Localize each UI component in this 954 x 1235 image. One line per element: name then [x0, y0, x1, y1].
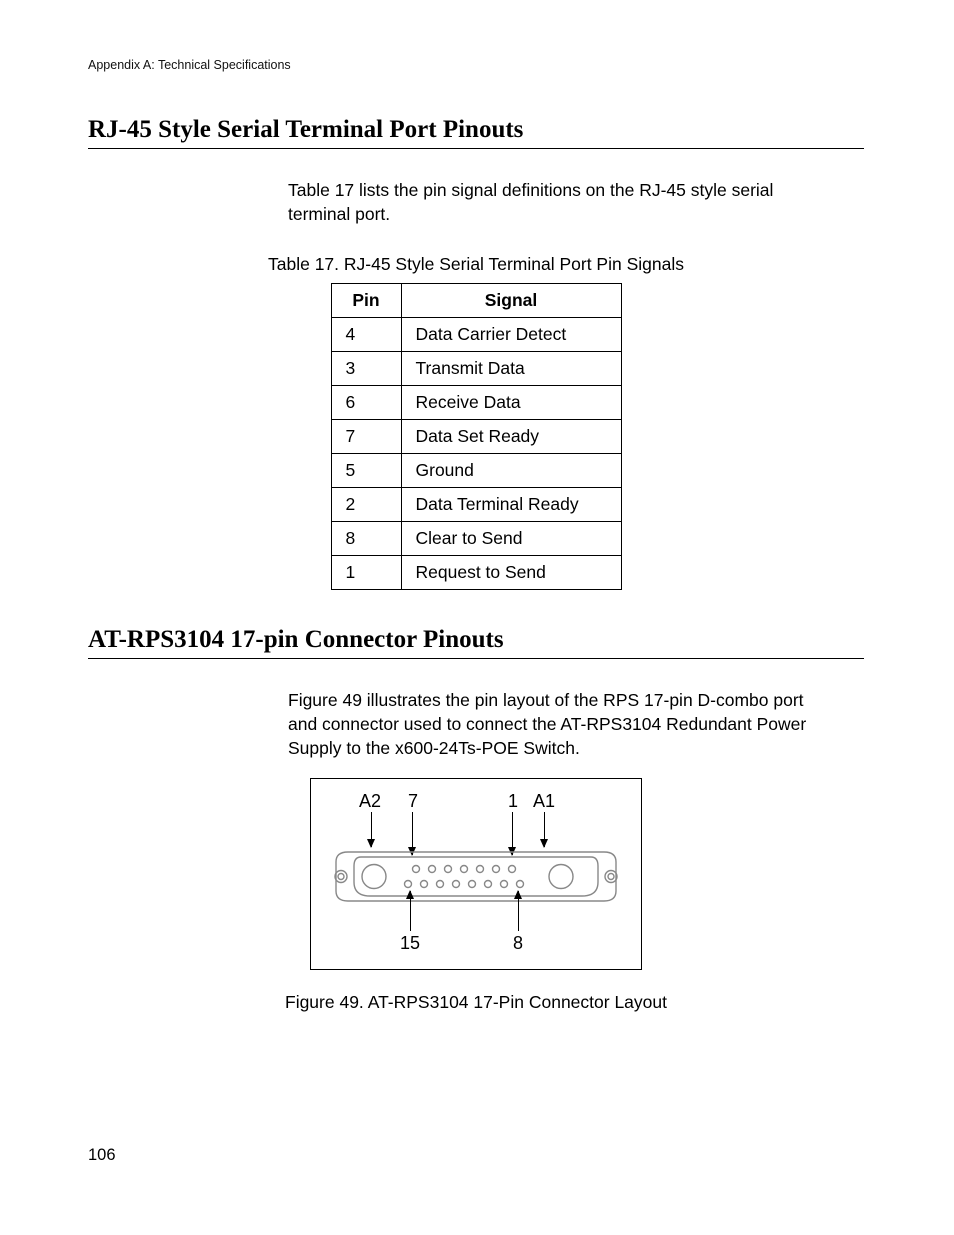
cell-pin: 2	[331, 488, 401, 522]
label-15: 15	[400, 933, 420, 954]
cell-pin: 6	[331, 386, 401, 420]
label-7: 7	[408, 791, 418, 812]
cell-pin: 7	[331, 420, 401, 454]
connector-figure: A2 7 1 A1 15 8	[310, 778, 642, 970]
table-row: 7Data Set Ready	[331, 420, 621, 454]
cell-signal: Data Carrier Detect	[401, 318, 621, 352]
table-row: 3Transmit Data	[331, 352, 621, 386]
figure-caption: Figure 49. AT-RPS3104 17-Pin Connector L…	[88, 992, 864, 1013]
table-row: 8Clear to Send	[331, 522, 621, 556]
cell-signal: Data Terminal Ready	[401, 488, 621, 522]
table-header-row: Pin Signal	[331, 284, 621, 318]
cell-pin: 3	[331, 352, 401, 386]
label-1: 1	[508, 791, 518, 812]
cell-signal: Data Set Ready	[401, 420, 621, 454]
cell-signal: Ground	[401, 454, 621, 488]
arrow-icon	[410, 891, 411, 931]
cell-pin: 1	[331, 556, 401, 590]
table-row: 6Receive Data	[331, 386, 621, 420]
page-number: 106	[88, 1146, 116, 1165]
arrow-icon	[371, 812, 372, 847]
section1-intro: Table 17 lists the pin signal definition…	[288, 179, 824, 226]
table-row: 2Data Terminal Ready	[331, 488, 621, 522]
connector-icon	[326, 849, 626, 904]
section-title-rj45: RJ-45 Style Serial Terminal Port Pinouts	[88, 116, 864, 144]
arrow-icon	[544, 812, 545, 847]
cell-signal: Request to Send	[401, 556, 621, 590]
cell-signal: Receive Data	[401, 386, 621, 420]
cell-signal: Transmit Data	[401, 352, 621, 386]
table-row: 5Ground	[331, 454, 621, 488]
label-a1: A1	[533, 791, 555, 812]
table-row: 4Data Carrier Detect	[331, 318, 621, 352]
label-a2: A2	[359, 791, 381, 812]
cell-pin: 8	[331, 522, 401, 556]
arrow-icon	[518, 891, 519, 931]
section-rule	[88, 658, 864, 659]
running-head: Appendix A: Technical Specifications	[88, 58, 864, 72]
th-signal: Signal	[401, 284, 621, 318]
section-title-rps: AT-RPS3104 17-pin Connector Pinouts	[88, 626, 864, 654]
pin-signal-table: Pin Signal 4Data Carrier Detect 3Transmi…	[331, 283, 622, 590]
section-rule	[88, 148, 864, 149]
label-8: 8	[513, 933, 523, 954]
cell-signal: Clear to Send	[401, 522, 621, 556]
table-caption: Table 17. RJ-45 Style Serial Terminal Po…	[88, 254, 864, 275]
section2-intro: Figure 49 illustrates the pin layout of …	[288, 689, 824, 760]
table-row: 1Request to Send	[331, 556, 621, 590]
cell-pin: 4	[331, 318, 401, 352]
th-pin: Pin	[331, 284, 401, 318]
cell-pin: 5	[331, 454, 401, 488]
